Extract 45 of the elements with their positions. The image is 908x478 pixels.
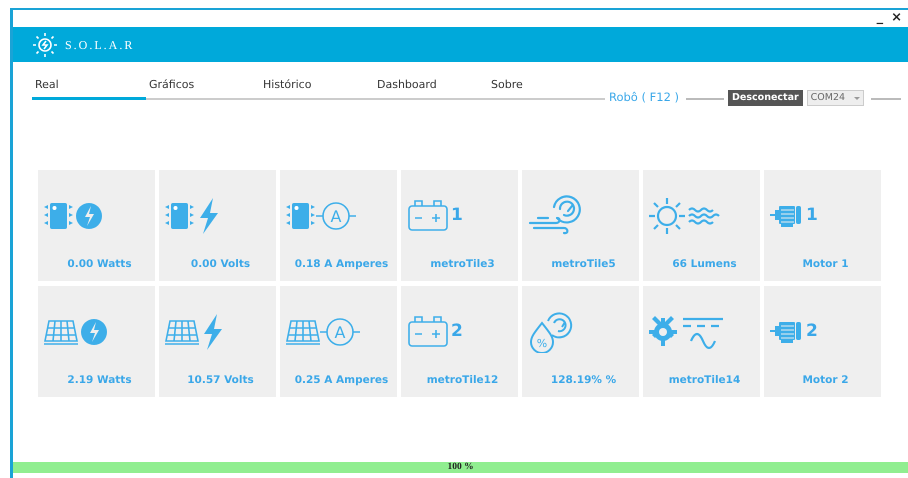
app-title: S.O.L.A.R [65,36,134,54]
tab[interactable]: Sobre [488,76,602,100]
tile-label: 66 Lumens [672,257,737,272]
close-button[interactable]: × [891,10,902,27]
tile-label: 0.25 A Amperes [294,373,388,388]
tile[interactable]: 0.00 Volts [159,170,276,281]
tile[interactable]: 2 metroTile12 [401,286,518,397]
tile-number: 1 [806,204,818,228]
robot-label: Robô ( F12 ) [609,88,680,106]
tile[interactable]: % 128.19% % [522,286,639,397]
sun-icon [33,32,57,56]
tile-number: 1 [451,204,463,228]
tile-label: 0.00 Watts [67,257,132,272]
tile[interactable]: 2.19 Watts [38,286,155,397]
tile[interactable]: 66 Lumens [643,170,760,281]
tile[interactable]: 1 metroTile3 [401,170,518,281]
tile[interactable]: A 0.25 A Amperes [280,286,397,397]
tile-label: Motor 2 [802,373,849,388]
tile[interactable]: A 0.18 A Amperes [280,170,397,281]
tile[interactable]: 2 Motor 2 [764,286,881,397]
tile-label: 128.19% % [550,373,616,388]
tile[interactable]: metroTile5 [522,170,639,281]
tile-label: 0.00 Volts [190,257,250,272]
disconnect-button[interactable]: Desconectar [728,90,803,106]
tile-label: 2.19 Watts [67,373,132,388]
port-dropdown[interactable]: COM24 [806,90,864,106]
tile-label: metroTile12 [426,373,498,388]
tile-label: 10.57 Volts [187,373,254,388]
tile-label: metroTile3 [430,257,495,272]
tile[interactable]: 10.57 Volts [159,286,276,397]
tile[interactable]: 1 Motor 1 [764,170,881,281]
tile[interactable]: metroTile14 [643,286,760,397]
tile-label: metroTile5 [551,257,616,272]
progress-text: 100 % [446,462,475,473]
tile-label: metroTile14 [668,373,740,388]
tile[interactable]: 0.00 Watts [38,170,155,281]
tile-label: Motor 1 [802,257,849,272]
tile-number: 2 [806,320,818,344]
tab[interactable]: Gráficos [146,76,260,100]
tab[interactable]: Real [32,76,146,100]
tile-number: 2 [451,320,463,344]
tile-label: 0.18 A Amperes [294,257,388,272]
tab[interactable]: Histórico [260,76,374,100]
minimize-button[interactable]: _ [876,10,884,27]
tab[interactable]: Dashboard [374,76,488,100]
